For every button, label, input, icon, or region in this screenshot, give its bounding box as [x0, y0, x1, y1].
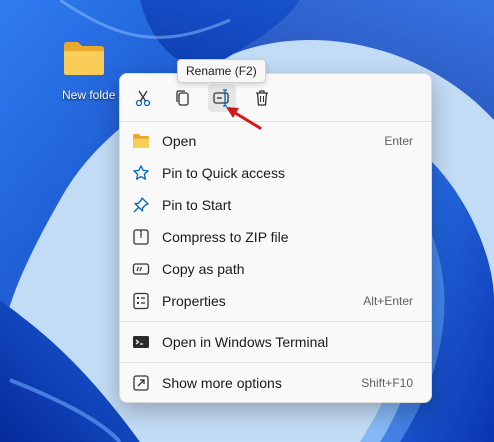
- menu-item-pin-quick-access[interactable]: Pin to Quick access: [124, 158, 427, 188]
- menu-item-copy-as-path[interactable]: Copy as path: [124, 254, 427, 284]
- desktop-folder[interactable]: New folde: [62, 40, 124, 110]
- menu-item-show-more-options[interactable]: Show more options Shift+F10: [124, 368, 427, 398]
- menu-item-label: Open: [162, 133, 197, 149]
- star-icon: [132, 164, 150, 182]
- menu-item-label: Properties: [162, 293, 226, 309]
- properties-icon: [132, 292, 150, 310]
- zip-file-icon: [132, 228, 150, 246]
- menu-item-label: Open in Windows Terminal: [162, 334, 329, 350]
- menu-item-label: Pin to Quick access: [162, 165, 285, 181]
- menu-item-shortcut: Shift+F10: [361, 376, 413, 390]
- toolbar-divider: [120, 121, 431, 122]
- menu-divider: [120, 321, 431, 322]
- menu-item-label: Pin to Start: [162, 197, 232, 213]
- menu-divider: [120, 362, 431, 363]
- scissors-icon: [135, 90, 151, 107]
- rename-button[interactable]: [208, 84, 236, 112]
- context-menu-toolbar: [120, 74, 431, 120]
- menu-item-label: Copy as path: [162, 261, 245, 277]
- rename-tooltip: Rename (F2): [177, 59, 266, 83]
- pin-icon: [132, 196, 150, 214]
- menu-item-shortcut: Alt+Enter: [363, 294, 413, 308]
- path-icon: [132, 260, 150, 278]
- menu-item-label: Compress to ZIP file: [162, 229, 289, 245]
- trash-icon: [256, 90, 268, 106]
- copy-button[interactable]: [168, 84, 196, 112]
- rename-icon: [213, 89, 229, 107]
- folder-icon: [132, 132, 150, 150]
- menu-item-shortcut: Enter: [384, 134, 413, 148]
- copy-icon: [176, 90, 189, 106]
- menu-item-pin-to-start[interactable]: Pin to Start: [124, 190, 427, 220]
- more-options-icon: [132, 374, 150, 392]
- delete-button[interactable]: [248, 84, 276, 112]
- menu-item-open[interactable]: Open Enter: [124, 126, 427, 156]
- cut-button[interactable]: [129, 84, 157, 112]
- terminal-icon: [132, 333, 150, 351]
- menu-item-properties[interactable]: Properties Alt+Enter: [124, 286, 427, 316]
- menu-item-compress-zip[interactable]: Compress to ZIP file: [124, 222, 427, 252]
- menu-item-label: Show more options: [162, 375, 282, 391]
- folder-icon: [64, 42, 104, 75]
- context-menu: Open Enter Pin to Quick access Pin to St…: [119, 73, 432, 403]
- menu-item-open-terminal[interactable]: Open in Windows Terminal: [124, 327, 427, 357]
